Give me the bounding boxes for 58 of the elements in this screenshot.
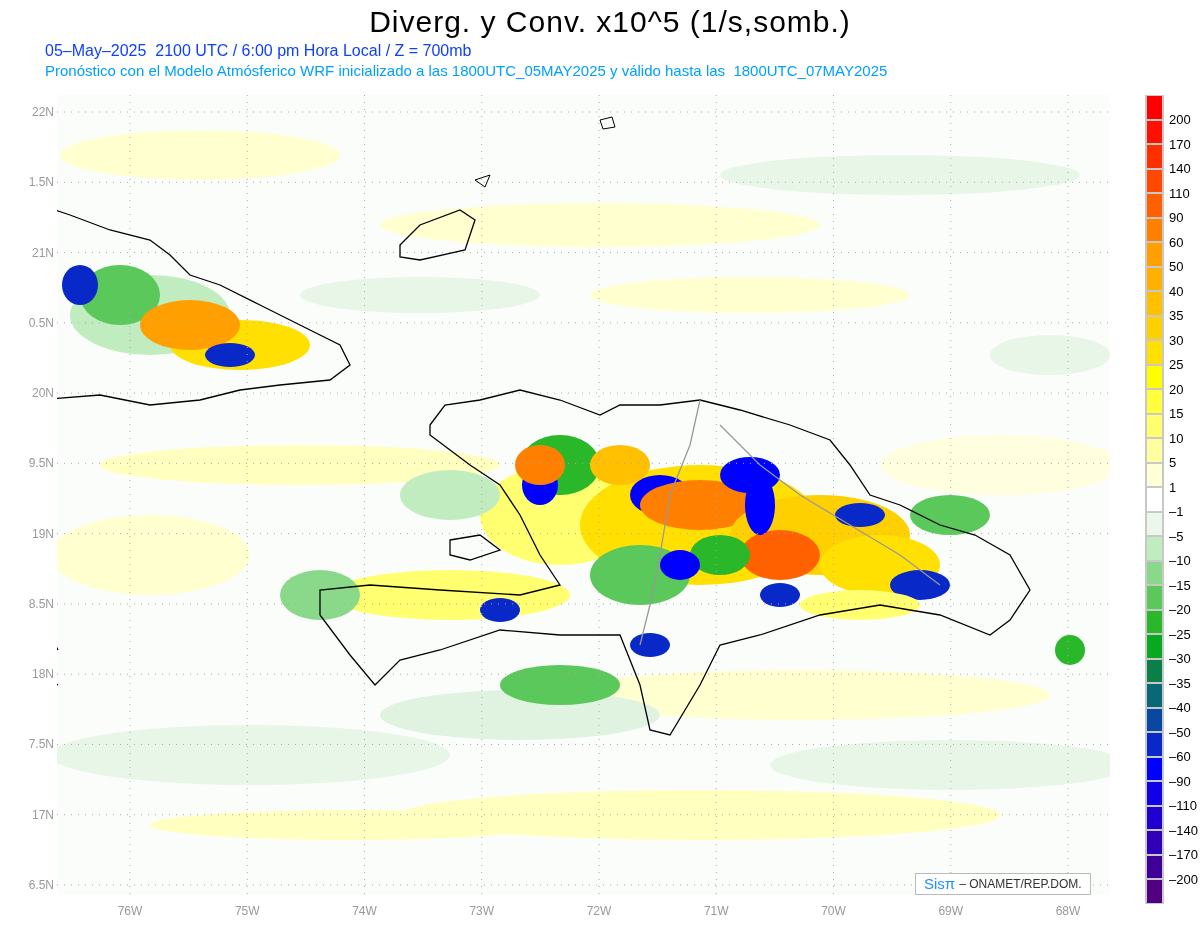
latitude-label: 6.5N [28, 876, 54, 893]
latitude-label: 21N [32, 244, 54, 261]
longitude-label: 70W [820, 903, 847, 919]
scale-value-label: –110 [1169, 798, 1197, 813]
scale-value-label: –50 [1169, 724, 1191, 740]
scale-value-label: –20 [1169, 602, 1191, 617]
longitude-label: 74W [351, 903, 378, 919]
scale-value-label: 140 [1169, 161, 1191, 176]
longitude-label: 75W [233, 903, 261, 919]
latitude-label: 22N [32, 104, 54, 120]
chart-title: Diverg. y Conv. x10^5 (1/s,somb.) [369, 4, 851, 40]
scale-value-label: 200 [1169, 112, 1191, 127]
longitude-label: 68W [1054, 903, 1082, 919]
scale-value-label: 40 [1169, 283, 1184, 299]
scale-value-label: –30 [1169, 651, 1191, 666]
scale-value-label: –1 [1169, 504, 1184, 519]
longitude-label: 76W [116, 903, 144, 919]
scale-value-label: 5 [1169, 455, 1177, 470]
scale-value-label: 1 [1169, 479, 1177, 495]
latitude-label: 19N [32, 525, 54, 542]
scale-value-label: 170 [1169, 136, 1191, 152]
latitude-label: 17N [32, 806, 54, 823]
scale-value-label: –25 [1169, 626, 1191, 642]
scale-value-label: –10 [1169, 553, 1191, 568]
scale-value-label: –5 [1169, 528, 1184, 544]
scale-value-label: –40 [1169, 700, 1191, 715]
longitude-label: 72W [585, 903, 613, 919]
longitude-label: 71W [702, 903, 730, 919]
scale-value-label: 60 [1169, 234, 1184, 250]
logo-text: Sisπ [924, 875, 956, 893]
forecast-note: Pronóstico con el Modelo Atmósferico WRF inicializado a las 1800UTC_05MAY2025 y válido hasta las 1800UTC_07MAY2025 [45, 61, 888, 81]
scale-value-label: –35 [1169, 675, 1191, 691]
scale-value-label: 110 [1169, 185, 1190, 201]
scale-value-label: –140 [1169, 822, 1198, 838]
scale-value-label: –200 [1169, 871, 1198, 887]
scale-value-label: 20 [1169, 381, 1184, 397]
longitude-label: 69W [937, 903, 965, 919]
scale-value-label: 90 [1169, 210, 1184, 225]
latitude-label: 20N [32, 385, 54, 402]
credit-text: – ONAMET/REP.DOM. [959, 876, 1082, 893]
scale-value-label: –60 [1169, 749, 1191, 764]
latitude-label: 7.5N [28, 736, 54, 753]
scale-value-label: 30 [1169, 332, 1184, 348]
scale-value-label: 25 [1169, 357, 1184, 372]
scale-value-label: –170 [1169, 847, 1198, 862]
longitude-label: 73W [468, 903, 496, 919]
latitude-label: 8.5N [28, 595, 54, 612]
latitude-label: 0.5N [28, 314, 54, 331]
scale-value-label: –15 [1169, 577, 1191, 593]
scale-value-label: 50 [1169, 259, 1184, 274]
scale-value-label: 10 [1169, 430, 1184, 446]
scale-value-label: 35 [1169, 308, 1184, 323]
scale-value-label: 15 [1169, 406, 1184, 421]
latitude-label: 9.5N [28, 455, 54, 472]
latitude-label: 1.5N [28, 174, 54, 191]
chart-subtitle: 05–May–2025 2100 UTC / 6:00 pm Hora Local / Z = 700mb [45, 41, 472, 61]
latitude-label: 18N [32, 666, 54, 683]
scale-value-label: –90 [1169, 773, 1191, 789]
